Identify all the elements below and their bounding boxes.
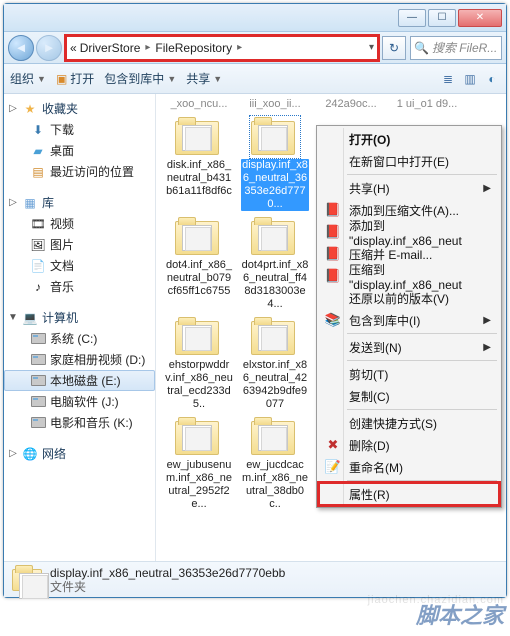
sidebar: ▷★收藏夹 ⬇下载 ▰桌面 ▤最近访问的位置 ▷▦库 🎞视频 🖼图片 📄文档 ♪…	[4, 94, 156, 562]
tree-item-music[interactable]: ♪音乐	[4, 276, 155, 297]
close-button[interactable]: ✕	[458, 9, 502, 27]
rename-icon: 📝	[324, 459, 342, 475]
address-bar: ◄ ► « DriverStore ▸ FileRepository ▸ ▾ ↻…	[4, 32, 506, 64]
status-type: 文件夹	[50, 580, 285, 594]
forward-button[interactable]: ►	[36, 35, 62, 61]
tree-item-documents[interactable]: 📄文档	[4, 255, 155, 276]
titlebar: — ☐ ✕	[4, 4, 506, 32]
folder-item[interactable]: iii_xoo_ii...	[240, 98, 310, 111]
search-icon: 🔍	[414, 41, 429, 55]
folder-item[interactable]: ehstorpwddrv.inf_x86_neutral_ecd233d5..	[164, 317, 234, 411]
folder-item[interactable]: dot4prt.inf_x86_neutral_ff48d3183003e4..…	[240, 217, 310, 311]
share-menu[interactable]: 共享▼	[186, 70, 222, 87]
tree-group-computer[interactable]: ▼💻计算机	[4, 307, 155, 328]
menu-send-to[interactable]: 发送到(N)▶	[319, 336, 499, 358]
delete-icon: ✖	[324, 437, 342, 453]
folder-item[interactable]: _xoo_ncu...	[164, 98, 234, 111]
folder-item-selected[interactable]: display.inf_x86_neutral_36353e26d7770...	[240, 117, 310, 211]
folder-item[interactable]: 242a9oc...	[316, 98, 386, 111]
menu-open-new-window[interactable]: 在新窗口中打开(E)	[319, 150, 499, 172]
library-icon: 📚	[324, 312, 342, 328]
address-dropdown[interactable]: ▾	[369, 42, 374, 53]
menu-delete[interactable]: ✖删除(D)	[319, 434, 499, 456]
folder-item[interactable]: 1 ui_o1 d9...	[392, 98, 462, 111]
archive-icon: 📕	[324, 224, 342, 240]
tree-group-network[interactable]: ▷🌐网络	[4, 443, 155, 464]
folder-item[interactable]: ew_jucdcacm.inf_x86_neutral_38db0c..	[240, 417, 310, 511]
tree-item-drive-k[interactable]: 电影和音乐 (K:)	[4, 412, 155, 433]
organize-menu[interactable]: 组织▼	[10, 70, 46, 87]
archive-icon: 📕	[324, 202, 342, 218]
address-input[interactable]: « DriverStore ▸ FileRepository ▸ ▾	[66, 36, 378, 60]
tree-item-pictures[interactable]: 🖼图片	[4, 234, 155, 255]
menu-properties[interactable]: 属性(R)	[319, 483, 499, 505]
menu-rename[interactable]: 📝重命名(M)	[319, 456, 499, 478]
tree-group-favorites[interactable]: ▷★收藏夹	[4, 98, 155, 119]
menu-add-to[interactable]: 📕添加到 "display.inf_x86_neut	[319, 221, 499, 243]
breadcrumb-sep: ▸	[235, 42, 244, 53]
breadcrumb-item[interactable]: DriverStore	[80, 41, 141, 55]
tree-item-downloads[interactable]: ⬇下载	[4, 119, 155, 140]
minimize-button[interactable]: —	[398, 9, 426, 27]
tree-item-drive-j[interactable]: 电脑软件 (J:)	[4, 391, 155, 412]
menu-share[interactable]: 共享(H)▶	[319, 177, 499, 199]
folder-item[interactable]: elxstor.inf_x86_neutral_4263942b9dfe9077	[240, 317, 310, 411]
context-menu: 打开(O) 在新窗口中打开(E) 共享(H)▶ 📕添加到压缩文件(A)... 📕…	[316, 125, 502, 508]
tree-item-drive-e[interactable]: 本地磁盘 (E:)	[4, 370, 155, 391]
folder-item[interactable]: dot4.inf_x86_neutral_b079cf65ff1c6755	[164, 217, 234, 311]
status-bar: display.inf_x86_neutral_36353e26d7770ebb…	[4, 561, 506, 597]
include-menu[interactable]: 包含到库中▼	[104, 70, 176, 87]
tree-item-desktop[interactable]: ▰桌面	[4, 140, 155, 161]
tree-item-drive-d[interactable]: 家庭相册视频 (D:)	[4, 349, 155, 370]
status-name: display.inf_x86_neutral_36353e26d7770ebb	[50, 566, 285, 580]
search-placeholder: 搜索 FileR...	[432, 39, 497, 56]
tree-item-videos[interactable]: 🎞视频	[4, 213, 155, 234]
help-icon[interactable]: ◐	[484, 71, 500, 87]
menu-compress-to[interactable]: 📕压缩到 "display.inf_x86_neut	[319, 265, 499, 287]
menu-shortcut[interactable]: 创建快捷方式(S)	[319, 412, 499, 434]
open-button[interactable]: ▣打开	[56, 70, 94, 87]
breadcrumb-item[interactable]: FileRepository	[155, 41, 232, 55]
menu-restore[interactable]: 还原以前的版本(V)	[319, 287, 499, 309]
watermark: 脚本之家	[416, 598, 504, 630]
toolbar: 组织▼ ▣打开 包含到库中▼ 共享▼ ≣ ▥ ◐	[4, 64, 506, 94]
menu-include-library[interactable]: 📚包含到库中(I)▶	[319, 309, 499, 331]
archive-icon: 📕	[324, 268, 342, 284]
folder-item[interactable]: disk.inf_x86_neutral_b431b61a11f8df6c	[164, 117, 234, 211]
breadcrumb-sep: ▸	[143, 42, 152, 53]
tree-item-drive-c[interactable]: 系统 (C:)	[4, 328, 155, 349]
tree-group-libraries[interactable]: ▷▦库	[4, 192, 155, 213]
archive-icon: 📕	[324, 246, 342, 262]
breadcrumb-prefix: «	[70, 41, 77, 55]
tree-item-recent[interactable]: ▤最近访问的位置	[4, 161, 155, 182]
menu-cut[interactable]: 剪切(T)	[319, 363, 499, 385]
menu-open[interactable]: 打开(O)	[319, 128, 499, 150]
status-folder-icon	[12, 567, 42, 593]
maximize-button[interactable]: ☐	[428, 9, 456, 27]
preview-icon[interactable]: ▥	[462, 71, 478, 87]
menu-copy[interactable]: 复制(C)	[319, 385, 499, 407]
search-input[interactable]: 🔍 搜索 FileR...	[410, 36, 502, 60]
back-button[interactable]: ◄	[8, 35, 34, 61]
folder-item[interactable]: ew_jubusenum.inf_x86_neutral_2952f2e...	[164, 417, 234, 511]
view-icon[interactable]: ≣	[440, 71, 456, 87]
refresh-button[interactable]: ↻	[382, 36, 406, 60]
